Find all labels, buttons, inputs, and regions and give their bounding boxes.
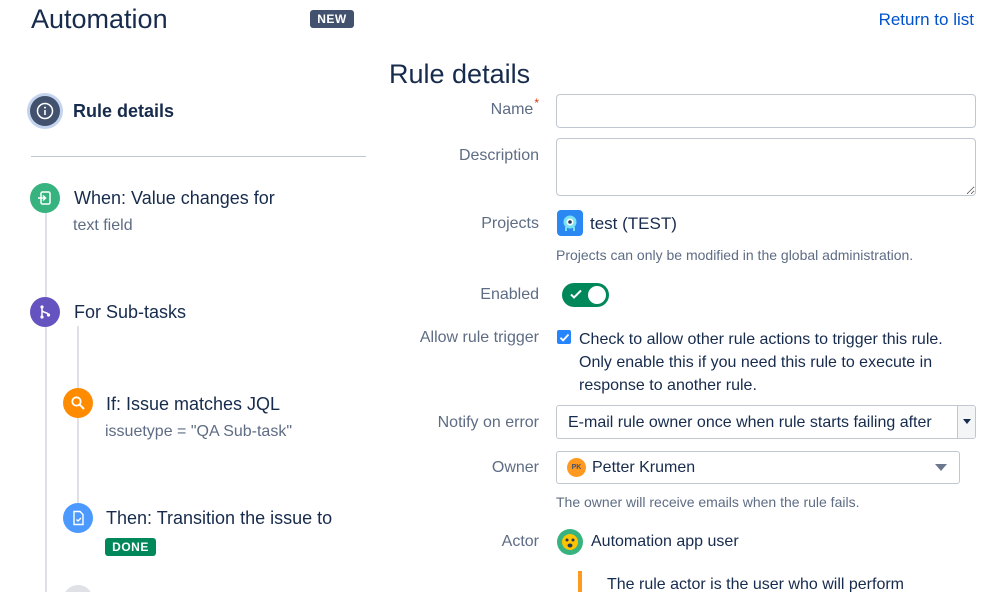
flow-item-title: Then: Transition the issue to [106,508,333,528]
flow-item-subtitle: text field [73,217,133,234]
enabled-toggle[interactable] [562,283,609,307]
allow-rule-trigger-description: Check to allow other rule actions to tri… [579,331,943,394]
description-label: Description [458,147,539,164]
flow-item-title: When: Value changes for [74,188,275,208]
owner-help-text: The owner will receive emails when the r… [556,494,860,510]
notify-on-error-label: Notify on error [437,414,539,431]
flow-item-label: Rule details [73,101,175,121]
return-to-list-link[interactable]: Return to list [879,10,974,30]
projects-help-text: Projects can only be modified in the glo… [556,247,914,263]
branch-icon [30,297,60,327]
info-icon [30,96,60,126]
trigger-icon [30,183,60,213]
form-title: Rule details [389,59,531,89]
enabled-label: Enabled [480,286,539,303]
flow-connector-line [45,212,47,302]
name-label: Name* [490,96,539,118]
notify-on-error-value: E-mail rule owner once when rule starts … [568,414,932,431]
description-field[interactable] [556,138,976,196]
checkmark-icon [559,333,569,342]
owner-select[interactable]: PK Petter Krumen [556,451,960,484]
toggle-knob [588,286,606,304]
rule-flow: Rule details When: Value changes for tex… [0,0,380,592]
owner-label: Owner [491,459,539,476]
projects-label: Projects [481,215,539,232]
search-icon [63,388,93,418]
document-icon [63,503,93,533]
owner-name: Petter Krumen [592,459,696,476]
flow-connector-line [77,326,79,390]
check-icon [570,289,582,299]
actor-name: Automation app user [591,533,739,550]
required-indicator: * [534,96,539,110]
project-avatar-icon [557,210,583,236]
flow-item-title: If: Issue matches JQL [106,394,281,414]
warning-bar [578,571,582,592]
flow-connector-line [77,416,79,504]
flow-item-title: For Sub-tasks [74,302,187,322]
flow-connector-line [45,326,47,592]
owner-avatar: PK [567,458,586,477]
flow-divider [31,156,366,157]
name-field[interactable] [556,94,976,128]
flow-next-node-icon [63,585,93,592]
allow-rule-trigger-label: Allow rule trigger [419,329,539,346]
actor-avatar-icon [557,529,583,555]
dropdown-arrow-icon[interactable] [957,406,975,438]
notify-on-error-select[interactable]: E-mail rule owner once when rule starts … [556,405,976,439]
flow-item-subtitle: issuetype = "QA Sub-task" [105,423,293,440]
status-lozenge: DONE [105,538,156,556]
project-name: test (TEST) [590,214,677,233]
actor-label: Actor [501,533,539,550]
chevron-down-icon [935,464,947,471]
actor-note: The rule actor is the user who will perf… [607,576,904,592]
allow-rule-trigger-checkbox[interactable] [557,330,571,344]
